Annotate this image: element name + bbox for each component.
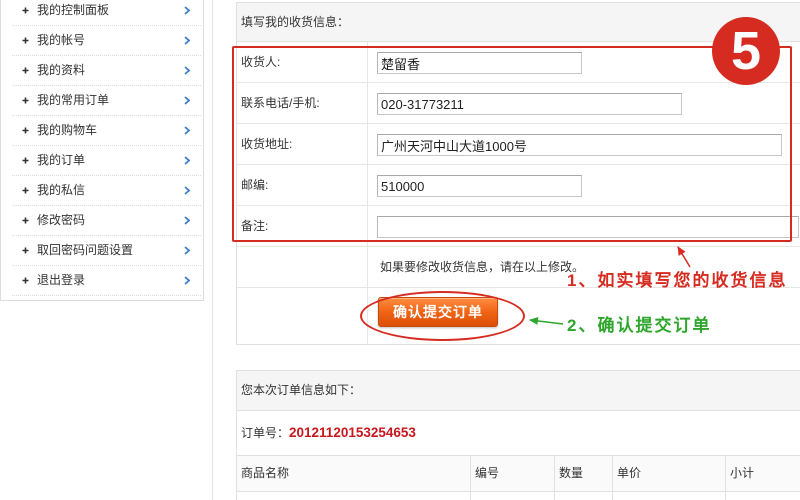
plus-icon <box>22 37 29 44</box>
chevron-right-icon <box>184 126 190 135</box>
empty-label-cell <box>237 247 368 287</box>
order-summary-title: 您本次订单信息如下： <box>237 371 800 411</box>
column-header-item-code: 编号 <box>471 456 555 491</box>
field-row-phone: 联系电话/手机: <box>237 83 800 124</box>
account-sidebar: 我的控制面板 我的帐号 我的资料 我的常用订单 我的购物车 我的订单 我的私信 … <box>0 0 204 301</box>
sidebar-item-label: 退出登录 <box>37 273 86 287</box>
table-cell <box>555 492 613 500</box>
empty-label-cell <box>237 288 368 344</box>
plus-icon <box>22 127 29 134</box>
chevron-right-icon <box>184 36 190 45</box>
column-header-unit-price: 单价 <box>613 456 726 491</box>
order-number-row: 订单号：20121120153254653 <box>237 411 800 455</box>
sidebar-item-label: 我的资料 <box>37 63 86 77</box>
sidebar-item-label: 我的私信 <box>37 183 86 197</box>
annotation-note-fill-info: 1、如实填写您的收货信息 <box>567 271 788 290</box>
phone-input[interactable] <box>377 93 682 115</box>
table-cell <box>237 492 471 500</box>
order-summary-panel: 您本次订单信息如下： 订单号：20121120153254653 商品名称 编号… <box>236 370 800 500</box>
field-row-remarks: 备注: <box>237 206 800 247</box>
sidebar-item-label: 我的帐号 <box>37 33 86 47</box>
sidebar-item-messages[interactable]: 我的私信 <box>12 176 201 206</box>
sidebar-item-profile[interactable]: 我的资料 <box>12 56 201 86</box>
recipient-label: 收货人: <box>237 42 368 82</box>
annotation-note-submit: 2、确认提交订单 <box>567 316 712 335</box>
chevron-right-icon <box>184 276 190 285</box>
sidebar-item-frequent-orders[interactable]: 我的常用订单 <box>12 86 201 116</box>
plus-icon <box>22 277 29 284</box>
step-number-badge: 5 <box>712 17 780 85</box>
plus-icon <box>22 157 29 164</box>
recipient-input[interactable] <box>377 52 582 74</box>
chevron-right-icon <box>184 156 190 165</box>
chevron-right-icon <box>184 66 190 75</box>
remarks-input[interactable] <box>377 216 799 238</box>
plus-icon <box>22 7 29 14</box>
column-header-quantity: 数量 <box>555 456 613 491</box>
sidebar-item-label: 取回密码问题设置 <box>37 243 134 257</box>
sidebar-item-label: 修改密码 <box>37 213 86 227</box>
table-cell <box>613 492 726 500</box>
column-header-subtotal: 小计 <box>730 466 755 480</box>
address-label: 收货地址: <box>237 124 368 164</box>
sidebar-item-account[interactable]: 我的帐号 <box>12 26 201 56</box>
sidebar-item-logout[interactable]: 退出登录 <box>12 266 201 296</box>
plus-icon <box>22 187 29 194</box>
table-row <box>237 492 800 500</box>
submit-row: 确认提交订单 <box>237 288 800 344</box>
sidebar-item-cart[interactable]: 我的购物车 <box>12 116 201 146</box>
plus-icon <box>22 247 29 254</box>
plus-icon <box>22 97 29 104</box>
chevron-right-icon <box>184 246 190 255</box>
order-number-label: 订单号： <box>241 426 290 440</box>
sidebar-item-orders[interactable]: 我的订单 <box>12 146 201 176</box>
order-items-header: 商品名称 编号 数量 单价 小计 <box>237 455 800 492</box>
sidebar-item-change-password[interactable]: 修改密码 <box>12 206 201 236</box>
remarks-label: 备注: <box>237 206 368 246</box>
plus-icon <box>22 217 29 224</box>
chevron-right-icon <box>184 96 190 105</box>
sidebar-item-label: 我的购物车 <box>37 123 98 137</box>
plus-icon <box>22 67 29 74</box>
chevron-right-icon <box>184 216 190 225</box>
field-row-address: 收货地址: <box>237 124 800 165</box>
sidebar-item-label: 我的订单 <box>37 153 86 167</box>
sidebar-item-label: 我的常用订单 <box>37 93 110 107</box>
sidebar-item-label: 我的控制面板 <box>37 3 110 17</box>
sidebar-item-control-panel[interactable]: 我的控制面板 <box>12 0 201 26</box>
chevron-right-icon <box>184 186 190 195</box>
address-input[interactable] <box>377 134 782 156</box>
field-row-postcode: 邮编: <box>237 165 800 206</box>
postcode-label: 邮编: <box>237 165 368 205</box>
order-number-value: 20121120153254653 <box>289 425 416 440</box>
sidebar-item-security-question[interactable]: 取回密码问题设置 <box>12 236 201 266</box>
postcode-input[interactable] <box>377 175 582 197</box>
phone-label: 联系电话/手机: <box>237 83 368 123</box>
sidebar-menu: 我的控制面板 我的帐号 我的资料 我的常用订单 我的购物车 我的订单 我的私信 … <box>12 0 201 296</box>
table-cell <box>726 492 800 500</box>
column-divider <box>212 0 213 500</box>
submit-order-button[interactable]: 确认提交订单 <box>378 297 498 327</box>
chevron-right-icon <box>184 6 190 15</box>
column-header-product-name: 商品名称 <box>237 456 471 491</box>
edit-hint-text: 如果要修改收货信息，请在以上修改。 <box>380 260 585 274</box>
table-cell <box>471 492 555 500</box>
